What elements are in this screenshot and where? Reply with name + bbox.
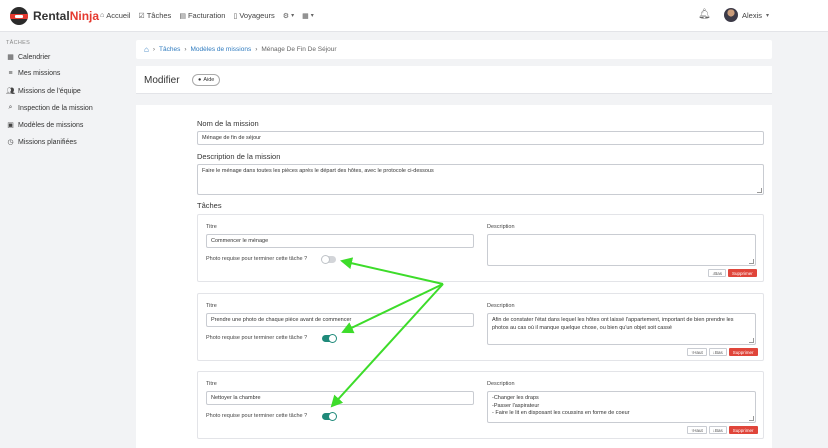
sidebar-item-templates[interactable]: ▣ Modèles de missions [6, 121, 83, 130]
sidebar-section-title: TÂCHES [6, 40, 31, 46]
task-description-label: Description [487, 224, 515, 230]
guests-icon: ▯ [233, 12, 238, 20]
photo-required-label: Photo requise pour terminer cette tâche … [206, 256, 308, 262]
tasks-icon: ☑ [138, 12, 145, 20]
sidebar-item-team-missions[interactable]: 👥︎ Missions de l'équipe [6, 87, 81, 96]
breadcrumb-tasks[interactable]: Tâches [159, 46, 180, 53]
main-nav: ⌂ Accueil ☑ Tâches ▤ Facturation ▯ Voyageurs… [100, 11, 314, 20]
toggle-knob [321, 255, 330, 264]
move-down-button[interactable]: ↓ Bas [708, 426, 727, 434]
mission-name-input[interactable]: Ménage de fin de séjour [197, 131, 764, 145]
description-line: -Changer les draps [492, 395, 539, 401]
breadcrumb-separator: › [255, 46, 258, 53]
task-actions: ↑ Haut ↓ Bas Supprimer [687, 348, 758, 356]
delete-task-button[interactable]: Supprimer [728, 348, 758, 356]
photo-required-toggle[interactable] [322, 412, 337, 421]
task-description-textarea[interactable]: -Changer les draps -Passer l'aspirateur … [487, 391, 756, 423]
task-actions: ↑ Haut ↓ Bas Supprimer [687, 426, 758, 434]
photo-required-toggle[interactable] [321, 255, 336, 264]
gear-icon: ⚙ [282, 12, 290, 20]
list-icon: ≡ [8, 70, 13, 77]
description-line: - Faire le lit en disposant les coussins… [492, 410, 630, 416]
logo-text: RentalNinja [33, 9, 100, 23]
mission-description-textarea[interactable]: Faire le ménage dans toutes les pièces a… [197, 164, 764, 195]
invoice-icon: ▤ [179, 12, 186, 20]
nav-invoicing[interactable]: ▤ Facturation [179, 11, 225, 20]
task-card: Titre Nettoyer la chambre Photo requise … [197, 371, 764, 439]
breadcrumb-separator: › [184, 46, 187, 53]
task-description-textarea[interactable]: Afin de constater l'état dans lequel les… [487, 313, 756, 345]
search-icon: ⌕ [8, 104, 13, 111]
top-navbar: RentalNinja ⌂ Accueil ☑ Tâches ▤ Facturatio… [0, 0, 828, 32]
chevron-down-icon: ▾ [766, 12, 770, 19]
sidebar-item-my-missions[interactable]: ≡ Mes missions [6, 70, 60, 77]
building-icon: ▦ [302, 12, 309, 20]
name-label: Nom de la mission [197, 119, 259, 128]
toggle-knob [328, 334, 337, 343]
tasks-label: Tâches [197, 201, 222, 210]
logo[interactable]: RentalNinja [10, 7, 99, 25]
breadcrumb-current: Ménage De Fin De Séjour [261, 46, 337, 53]
chevron-down-icon: ▾ [310, 13, 314, 19]
page-header: Modifier ● Aide [136, 66, 772, 94]
task-title-input[interactable]: Commencer le ménage [206, 234, 474, 248]
sidebar-item-scheduled[interactable]: ◷ Missions planifiées [6, 138, 76, 147]
properties-menu[interactable]: ▦ ▾ [302, 12, 314, 20]
task-card: Titre Prendre une photo de chaque pièce … [197, 293, 764, 361]
template-icon: ▣ [7, 122, 14, 129]
move-down-button[interactable]: ↓ Bas [708, 269, 727, 277]
move-up-button[interactable]: ↑ Haut [687, 426, 707, 434]
nav-tasks[interactable]: ☑ Tâches [138, 11, 171, 20]
photo-required-toggle[interactable] [322, 334, 337, 343]
breadcrumb: ⌂ › Tâches › Modèles de missions › Ménag… [136, 40, 772, 59]
task-actions: ↓ Bas Supprimer [708, 269, 757, 277]
team-icon: 👥︎ [6, 88, 15, 95]
mission-form: Nom de la mission Ménage de fin de séjou… [136, 105, 772, 448]
task-card: Titre Commencer le ménage Photo requise … [197, 214, 764, 282]
task-description-textarea[interactable] [487, 234, 756, 266]
calendar-icon: ▦ [7, 54, 14, 61]
help-icon: ● [198, 77, 202, 83]
nav-home[interactable]: ⌂ Accueil [100, 11, 130, 20]
home-icon[interactable]: ⌂ [144, 45, 149, 54]
task-description-label: Description [487, 381, 515, 387]
nav-guests[interactable]: ▯ Voyageurs [233, 11, 274, 20]
settings-menu[interactable]: ⚙ ▾ [283, 12, 294, 20]
task-title-label: Titre [206, 303, 217, 309]
task-title-label: Titre [206, 224, 217, 230]
task-title-label: Titre [206, 381, 217, 387]
description-line: -Passer l'aspirateur [492, 402, 540, 409]
move-down-button[interactable]: ↓ Bas [708, 348, 727, 356]
task-title-input[interactable]: Nettoyer la chambre [206, 391, 474, 405]
home-icon: ⌂ [100, 12, 105, 19]
move-up-button[interactable]: ↑ Haut [687, 348, 707, 356]
user-name: Alexis [742, 10, 763, 20]
description-label: Description de la mission [197, 152, 281, 161]
breadcrumb-separator: › [152, 46, 156, 53]
sidebar: TÂCHES ▦ Calendrier ≡ Mes missions 👥︎ Missi… [0, 32, 118, 448]
chevron-down-icon: ▾ [291, 13, 295, 19]
task-description-label: Description [487, 303, 515, 309]
clock-icon: ◷ [7, 139, 14, 146]
photo-required-label: Photo requise pour terminer cette tâche … [206, 335, 308, 341]
user-menu[interactable]: Alexis ▾ [724, 8, 769, 22]
sidebar-item-inspection[interactable]: ⌕ Inspection de la mission [6, 104, 93, 112]
bell-icon[interactable]: 🔔︎ [698, 9, 711, 20]
sidebar-item-calendar[interactable]: ▦ Calendrier [6, 53, 50, 62]
toggle-knob [328, 412, 337, 421]
delete-task-button[interactable]: Supprimer [728, 426, 758, 434]
help-button[interactable]: ● Aide [192, 74, 221, 86]
avatar [724, 8, 738, 22]
page-title: Modifier [144, 75, 180, 86]
ninja-logo-icon [10, 7, 28, 25]
breadcrumb-templates[interactable]: Modèles de missions [191, 46, 252, 53]
delete-task-button[interactable]: Supprimer [728, 269, 757, 277]
task-title-input[interactable]: Prendre une photo de chaque pièce avant … [206, 313, 474, 327]
photo-required-label: Photo requise pour terminer cette tâche … [206, 413, 308, 419]
